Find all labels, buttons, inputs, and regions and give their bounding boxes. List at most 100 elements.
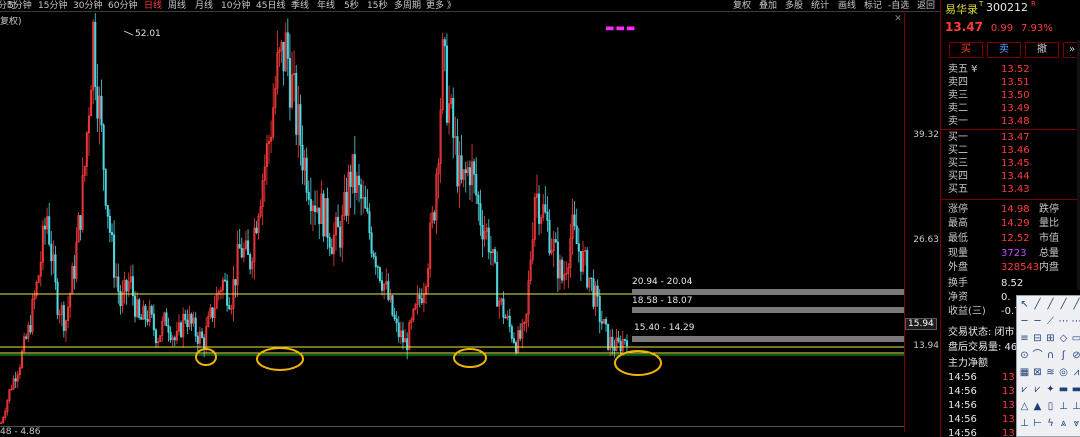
draw-tool-icon[interactable]: ⋯ [1057,315,1070,328]
ask-label: 卖二 [948,103,968,114]
ask-label: 卖四 [948,77,968,88]
draw-tool-icon[interactable]: ⊞ [1044,332,1057,345]
buy-button[interactable]: 买 [949,42,983,58]
net-flow-label[interactable]: 主力净额 [948,354,988,369]
candle-body [79,215,82,230]
draw-tool-icon[interactable]: ⩗ [1031,383,1044,396]
draw-tool-icon[interactable]: ◇ [1057,332,1070,345]
draw-tool-icon[interactable]: ✦ [1044,383,1057,396]
ask-row-1: 卖一 13.48 [945,115,1080,128]
candlestick-chart[interactable]: 复权) ✕ ▬▬▬ 52.01 20.94 - 20.04 18.58 - 18… [0,13,904,431]
draw-tool-icon[interactable]: ≋ [1044,366,1057,379]
draw-tool-icon[interactable]: ⊟ [1031,332,1044,345]
draw-tool-icon[interactable]: ⊢ [1031,417,1044,430]
bottom-scroll-strip[interactable]: 48 - 4.86 [0,426,904,437]
ask-label: 卖五 ¥ [948,64,978,75]
draw-tool-icon[interactable]: ⟋ [1044,315,1057,328]
draw-tool-icon[interactable]: ▯ [1044,400,1057,413]
bid-price: 13.46 [1001,145,1030,156]
candle-body [305,157,308,193]
draw-tool-icon[interactable]: ⩘ [1070,366,1080,379]
stat-label: 现量 [948,248,968,259]
draw-tool-icon[interactable]: ≡ [1018,332,1031,345]
period-tab-weekly[interactable]: 周线 [168,0,186,12]
mark-button[interactable]: 标记 [864,0,882,12]
draw-tool-icon[interactable]: ⩔ [1070,417,1080,430]
period-tab-monthly[interactable]: 月线 [195,0,213,12]
support-zone-label: 15.40 - 14.29 [632,323,697,333]
price-change-pct: 7.93% [1020,23,1053,34]
period-tab-15min[interactable]: 15分钟 [38,0,67,12]
draw-tool-icon[interactable]: ϟ [1044,417,1057,430]
period-tab-quarterly[interactable]: 季线 [291,0,309,12]
stock-name[interactable]: 易华录 [945,1,978,17]
draw-tool-icon[interactable]: ⊥ [1018,417,1031,430]
period-tab-5sec[interactable]: 5秒 [344,0,359,12]
draw-tool-icon[interactable]: ▬ [1070,383,1080,396]
watchlist-button[interactable]: -自选 [888,0,909,12]
sell-button[interactable]: 卖 [987,42,1021,58]
period-tab-yearly[interactable]: 年线 [317,0,335,12]
draw-tool-icon[interactable]: ⊠ [1031,366,1044,379]
period-tab-45day[interactable]: 45日线 [256,0,285,12]
draw-tool-icon[interactable]: ▭ [1070,332,1080,345]
draw-line-button[interactable]: 画线 [838,0,856,12]
period-tab-daily[interactable]: 日线 [144,0,162,12]
margin-flag: R [1031,0,1036,8]
draw-tool-icon[interactable]: ╱ [1070,298,1080,311]
period-tab-10min[interactable]: 10分钟 [221,0,250,12]
candle-body [538,193,541,224]
candle-body [625,340,628,347]
back-button[interactable]: 返回 [917,0,935,12]
draw-tool-icon[interactable]: ⌒ [1031,349,1044,362]
draw-tool-icon[interactable]: ⊘ [1070,349,1080,362]
stock-code[interactable]: 300212 [986,1,1028,14]
draw-tool-icon[interactable]: ◎ [1057,366,1070,379]
chart-canvas[interactable] [0,13,904,431]
draw-tool-icon[interactable]: ▲ [1031,400,1044,413]
candle-body [611,336,614,348]
draw-tool-icon[interactable]: ∩ [1044,349,1057,362]
candle-body [117,276,120,292]
draw-tool-icon[interactable]: ▬ [1057,383,1070,396]
draw-tool-icon[interactable]: ↖ [1018,298,1031,311]
candle-body [140,317,143,320]
stat-row: 最高 14.29 量比 [945,217,1080,230]
draw-tool-icon[interactable]: ⩗ [1018,383,1031,396]
period-tab-multi[interactable]: 多周期 [394,0,421,12]
draw-tool-icon[interactable]: ╱ [1044,298,1057,311]
draw-tool-icon[interactable]: ╱ [1057,298,1070,311]
candle-body [154,329,157,344]
multi-stock-button[interactable]: 多股 [785,0,803,12]
stat-row: 外盘 328543 内盘 [945,261,1080,274]
period-tab-5min[interactable]: 5分钟 [8,0,32,12]
draw-tool-icon[interactable]: ▦ [1018,366,1031,379]
cancel-order-button[interactable]: 撤 [1025,42,1059,58]
adjust-button[interactable]: 复权 [733,0,751,12]
period-tab-60min[interactable]: 60分钟 [108,0,137,12]
draw-tool-icon[interactable]: ⊙ [1018,349,1031,362]
draw-tool-icon[interactable]: ⊥ [1057,400,1070,413]
overlay-button[interactable]: 叠加 [759,0,777,12]
draw-tool-icon[interactable]: △ [1018,400,1031,413]
close-icon[interactable]: ✕ [893,14,903,24]
stats-button[interactable]: 统计 [811,0,829,12]
candle-body [322,193,325,237]
period-tab-15sec[interactable]: 15秒 [367,0,387,12]
candle-body [247,240,250,255]
period-tab-30min[interactable]: 30分钟 [73,0,102,12]
draw-tool-icon[interactable]: ─ [1018,315,1031,328]
candle-body [372,252,375,257]
tick-row: 14:56 13 [948,413,1015,426]
draw-tool-icon[interactable]: ʃ [1057,349,1070,362]
candle-body [573,214,576,227]
candle-body [167,325,170,333]
draw-tool-icon[interactable]: ⋯ [1070,315,1080,328]
peak-price-label: 52.01 [135,29,161,39]
draw-tool-icon[interactable]: ⩓ [1057,417,1070,430]
tick-time: 14:56 [948,400,977,411]
draw-tool-icon[interactable]: ─ [1031,315,1044,328]
period-tab-more[interactable]: 更多 》 [426,0,456,12]
draw-tool-icon[interactable]: ⊥ [1070,400,1080,413]
draw-tool-icon[interactable]: ╱ [1031,298,1044,311]
